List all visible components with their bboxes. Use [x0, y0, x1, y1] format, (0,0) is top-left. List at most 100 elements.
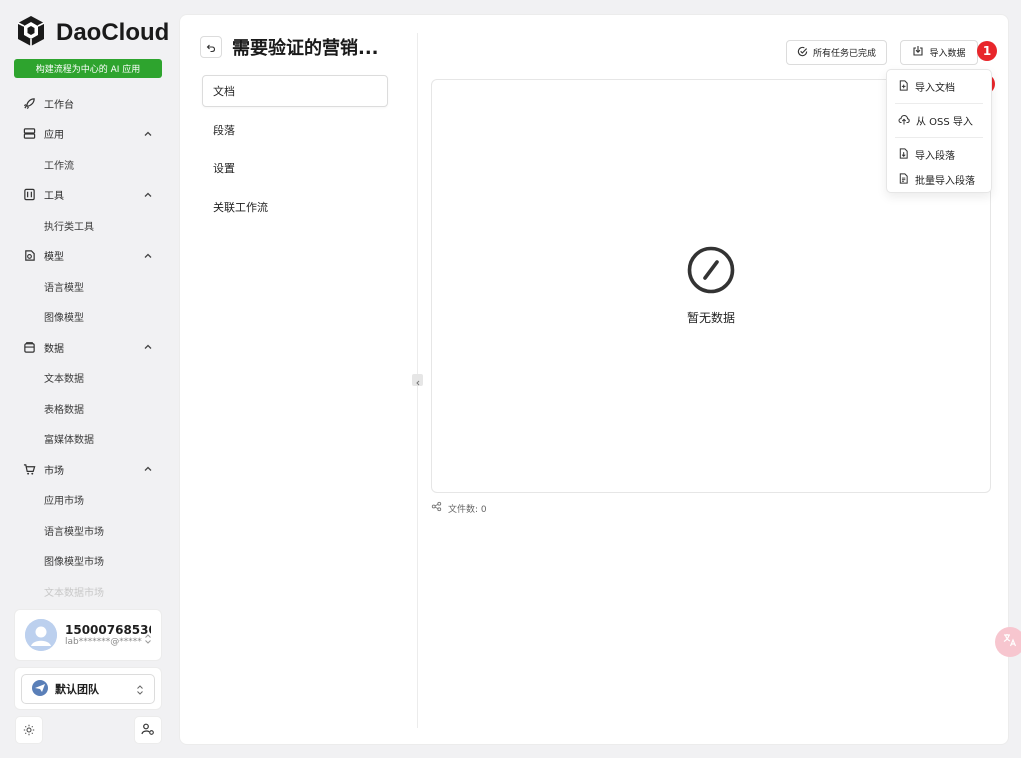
user-email: lab*******@***** [65, 637, 142, 647]
file-import-icon [898, 147, 909, 162]
main-panel: 需要验证的营销... 文档 段落 设置 关联工作流 所有任务已完成 导入数据 1… [179, 14, 1009, 745]
sidebar-item-label: 工作流 [44, 160, 74, 172]
sidebar-item-label: 应用市场 [44, 496, 84, 508]
team-select[interactable]: 默认团队 [21, 674, 155, 704]
menu-separator [895, 103, 983, 104]
sidebar-item-image-model-market[interactable]: 图像模型市场 [14, 546, 162, 577]
sidebar-item-label: 图像模型市场 [44, 557, 104, 569]
avatar [25, 619, 57, 651]
user-card[interactable]: 15000768530 lab*******@***** [14, 609, 162, 661]
theme-toggle-button[interactable] [15, 716, 43, 744]
task-status-button[interactable]: 所有任务已完成 [786, 40, 887, 65]
translate-button[interactable] [995, 627, 1021, 657]
tab-settings[interactable]: 设置 [202, 152, 388, 184]
sidebar-group-models[interactable]: 模型 [14, 241, 162, 272]
cloud-upload-icon [898, 114, 910, 128]
sidebar-nav: 工作台 应用 工作流 工具 执行类工具 模型 语言模型 图像模型 数据 文本数据… [14, 88, 162, 598]
import-icon [912, 45, 924, 60]
sidebar-group-apps[interactable]: 应用 [14, 119, 162, 150]
brand[interactable]: DaoCloud [14, 16, 169, 50]
import-dropdown-menu: 导入文档 从 OSS 导入 导入段落 批量导入段落 [886, 69, 992, 193]
back-button[interactable] [200, 36, 222, 58]
sidebar-item-label: 文本数据市场 [44, 587, 104, 598]
files-icon [431, 501, 442, 515]
database-icon [22, 340, 36, 354]
detail-menu: 文档 段落 设置 关联工作流 [202, 75, 388, 229]
menu-item-label: 导入段落 [915, 151, 955, 162]
model-icon [22, 249, 36, 263]
team-logo-icon [32, 679, 48, 699]
chevron-up-icon [142, 250, 154, 262]
daocloud-logo-icon [14, 14, 48, 52]
chevron-up-icon [142, 128, 154, 140]
sidebar-item-label: 执行类工具 [44, 221, 94, 233]
sidebar-item-label: 工具 [44, 191, 64, 203]
sidebar-item-label: 图像模型 [44, 313, 84, 325]
user-info: 15000768530 lab*******@***** [65, 623, 151, 647]
sidebar: DaoCloud 构建流程为中心的 AI 应用 工作台 应用 工作流 工具 执行… [0, 0, 176, 758]
brand-name: DaoCloud [56, 19, 170, 46]
file-plus-icon [898, 79, 909, 94]
sidebar-item-label: 工作台 [44, 99, 74, 111]
check-circle-icon [797, 46, 808, 60]
menu-item-label: 批量导入段落 [915, 176, 975, 187]
translate-icon [1002, 632, 1018, 652]
chevron-updown-icon [144, 630, 152, 649]
tab-linked-workflows[interactable]: 关联工作流 [202, 191, 388, 223]
step-badge-1: 1 [977, 41, 997, 61]
sidebar-item-language-models[interactable]: 语言模型 [14, 271, 162, 302]
menu-item-import-document[interactable]: 导入文档 [887, 74, 991, 99]
sidebar-item-workflow[interactable]: 工作流 [14, 149, 162, 180]
no-data-icon [686, 245, 736, 299]
chevron-updown-icon [136, 684, 144, 699]
sidebar-item-text-data-market[interactable]: 文本数据市场 [14, 576, 162, 598]
sidebar-group-market[interactable]: 市场 [14, 454, 162, 485]
brand-slogan: 构建流程为中心的 AI 应用 [14, 59, 162, 78]
rocket-icon [22, 96, 36, 110]
user-settings-button[interactable] [134, 716, 162, 744]
menu-item-import-paragraphs[interactable]: 导入段落 [887, 142, 991, 167]
sidebar-item-label: 语言模型市场 [44, 526, 104, 538]
sidebar-item-label: 富媒体数据 [44, 435, 94, 447]
empty-state: 暂无数据 [432, 245, 990, 326]
chevron-up-icon [142, 463, 154, 475]
sidebar-item-label: 文本数据 [44, 374, 84, 386]
sidebar-item-label: 模型 [44, 252, 64, 264]
sun-icon [23, 721, 35, 740]
sidebar-item-table-data[interactable]: 表格数据 [14, 393, 162, 424]
chevron-up-icon [142, 189, 154, 201]
menu-item-label: 导入文档 [915, 83, 955, 94]
sidebar-group-tools[interactable]: 工具 [14, 180, 162, 211]
sidebar-item-exec-tools[interactable]: 执行类工具 [14, 210, 162, 241]
sidebar-item-language-model-market[interactable]: 语言模型市场 [14, 515, 162, 546]
task-status-label: 所有任务已完成 [812, 49, 876, 59]
team-card: 默认团队 [14, 667, 162, 710]
tab-documents[interactable]: 文档 [202, 75, 388, 107]
back-arrow-icon [206, 38, 216, 57]
import-data-button[interactable]: 导入数据 [900, 40, 978, 65]
chevron-up-icon [142, 341, 154, 353]
sidebar-item-label: 表格数据 [44, 404, 84, 416]
sidebar-item-media-data[interactable]: 富媒体数据 [14, 424, 162, 455]
sidebar-item-text-data[interactable]: 文本数据 [14, 363, 162, 394]
sidebar-item-label: 语言模型 [44, 282, 84, 294]
page-title: 需要验证的营销... [232, 38, 379, 59]
sidebar-item-workbench[interactable]: 工作台 [14, 88, 162, 119]
menu-item-import-oss[interactable]: 从 OSS 导入 [887, 108, 991, 133]
app-stack-icon [22, 127, 36, 141]
cart-icon [22, 462, 36, 476]
sidebar-item-label: 市场 [44, 465, 64, 477]
team-name: 默认团队 [55, 683, 99, 696]
menu-item-label: 从 OSS 导入 [916, 117, 973, 128]
empty-state-text: 暂无数据 [686, 311, 735, 325]
sidebar-item-image-models[interactable]: 图像模型 [14, 302, 162, 333]
menu-separator [895, 137, 983, 138]
tab-paragraphs[interactable]: 段落 [202, 114, 388, 146]
collapse-handle[interactable] [412, 374, 423, 386]
sidebar-item-app-market[interactable]: 应用市场 [14, 485, 162, 516]
sidebar-group-data[interactable]: 数据 [14, 332, 162, 363]
user-name: 15000768530 [65, 623, 151, 637]
menu-item-bulk-import-paragraphs[interactable]: 批量导入段落 [887, 167, 991, 192]
sidebar-item-label: 数据 [44, 343, 64, 355]
user-settings-icon [141, 721, 155, 740]
